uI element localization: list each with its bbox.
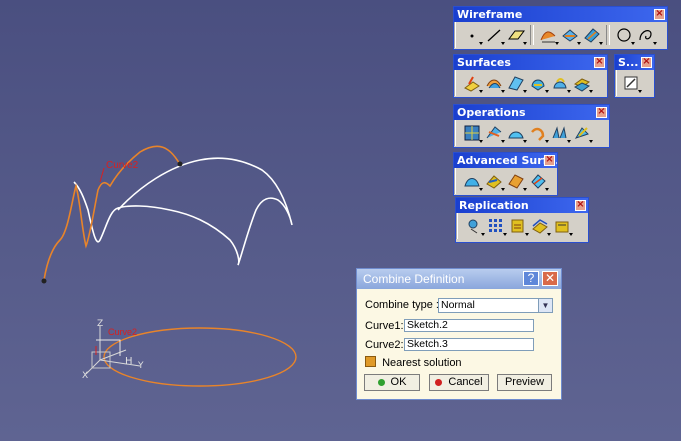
close-button[interactable]: ✕ [542, 271, 558, 286]
axis-h-label: H [125, 356, 133, 367]
surfaces-toolbar[interactable]: Surfaces × [453, 54, 608, 98]
loft-icon[interactable] [550, 73, 571, 93]
toolbar-title: Replication × [456, 198, 588, 213]
toolbar-title: Advanced Surf... × [454, 153, 557, 168]
power-copy-icon[interactable] [508, 216, 529, 236]
sketch-toolbar[interactable]: S... × [614, 54, 655, 98]
point-icon[interactable] [462, 25, 483, 45]
combine-type-value: Normal [441, 299, 475, 311]
curve2-label-top: Curve2 [106, 160, 139, 171]
fillet-icon[interactable] [506, 123, 527, 143]
close-icon[interactable]: × [641, 57, 652, 68]
close-icon[interactable]: × [594, 57, 605, 68]
transform-icon[interactable] [572, 123, 593, 143]
sketcher-icon[interactable] [621, 73, 642, 93]
repetition-icon[interactable] [464, 216, 485, 236]
wrap-surface-icon[interactable] [506, 171, 527, 191]
extract-icon[interactable] [528, 123, 549, 143]
fill-icon[interactable] [528, 73, 549, 93]
label-leader [99, 167, 105, 183]
offset-icon[interactable] [484, 73, 505, 93]
ok-icon [377, 379, 385, 386]
curve2-field[interactable]: Sketch.3 [404, 338, 534, 351]
combine-type-select[interactable]: Normal ▼ [438, 298, 553, 313]
shape-morphing-icon[interactable] [528, 171, 549, 191]
axis-y-label: Y [137, 361, 144, 371]
combine-type-label: Combine type : [365, 299, 439, 311]
operations-toolbar[interactable]: Operations × [453, 104, 610, 148]
cancel-button[interactable]: Cancel [429, 374, 489, 391]
chevron-down-icon[interactable]: ▼ [538, 299, 552, 312]
dialog-title: Combine Definition [363, 272, 465, 286]
axis-z-label: Z [97, 319, 103, 329]
nearest-solution-label: Nearest solution [382, 357, 462, 369]
curve1-field[interactable]: Sketch.2 [404, 319, 534, 332]
curve2-label: Curve2: [365, 339, 404, 351]
toolbar-separator [606, 25, 610, 45]
replication-toolbar[interactable]: Replication × [455, 197, 589, 243]
toolbar-title: S... × [615, 55, 654, 70]
projection-icon[interactable] [538, 25, 559, 45]
toolbar-separator [530, 25, 534, 45]
catalog-icon[interactable] [530, 216, 551, 236]
cancel-icon [435, 379, 443, 386]
help-button[interactable]: ? [523, 271, 539, 286]
preview-button[interactable]: Preview [497, 374, 552, 391]
toolbar-title: Operations × [454, 105, 609, 120]
wireframe-toolbar[interactable]: Wireframe × [453, 6, 668, 50]
combine-definition-dialog[interactable]: Combine Definition ? ✕ Combine type : No… [356, 268, 562, 400]
nearest-solution-checkbox[interactable]: Nearest solution [365, 356, 462, 369]
curve-endpoint [41, 278, 47, 284]
bump-icon[interactable] [462, 171, 483, 191]
spline-icon[interactable] [636, 25, 657, 45]
extrude-icon[interactable] [462, 73, 483, 93]
wrap-curve-icon[interactable] [484, 171, 505, 191]
intersection-icon[interactable] [560, 25, 581, 45]
ok-button[interactable]: OK [364, 374, 420, 391]
close-icon[interactable]: × [596, 107, 607, 118]
save-catalog-icon[interactable] [552, 216, 573, 236]
combined-curve-white[interactable] [73, 157, 293, 266]
close-icon[interactable]: × [544, 155, 555, 166]
curve1-label: Curve1: [365, 320, 404, 332]
join-icon[interactable] [462, 123, 483, 143]
blend-icon[interactable] [572, 73, 593, 93]
toolbar-title: Surfaces × [454, 55, 607, 70]
pattern-icon[interactable] [486, 216, 507, 236]
parallel-curve-icon[interactable] [582, 25, 603, 45]
axis-x-label: X [82, 371, 88, 381]
curve-endpoint [177, 161, 183, 167]
toolbar-title: Wireframe × [454, 7, 667, 22]
translate-icon[interactable] [550, 123, 571, 143]
curve2-label-bottom: Curve2 [108, 327, 137, 337]
split-icon[interactable] [484, 123, 505, 143]
advanced-surfaces-toolbar[interactable]: Advanced Surf... × [453, 152, 558, 196]
close-icon[interactable]: × [575, 200, 586, 211]
circle-icon[interactable] [614, 25, 635, 45]
checkbox-icon[interactable] [365, 356, 376, 367]
plane-icon[interactable] [506, 25, 527, 45]
line-icon[interactable] [484, 25, 505, 45]
close-icon[interactable]: × [654, 9, 665, 20]
sweep-icon[interactable] [506, 73, 527, 93]
dialog-title-bar: Combine Definition ? ✕ [357, 269, 561, 289]
